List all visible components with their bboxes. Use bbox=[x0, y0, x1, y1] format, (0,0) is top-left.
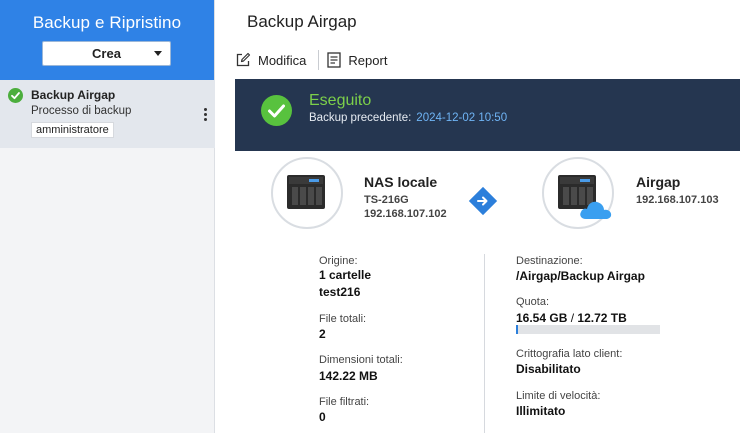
report-button-label: Report bbox=[348, 52, 388, 68]
edit-button-label: Modifica bbox=[258, 52, 307, 68]
job-subtitle: Processo di backup bbox=[31, 105, 132, 117]
arrow-right-icon bbox=[468, 186, 498, 216]
check-circle-icon bbox=[8, 88, 23, 103]
total-files-label: File totali: bbox=[319, 313, 367, 325]
origin-value-name: test216 bbox=[319, 285, 361, 299]
toolbar: Modifica Report bbox=[235, 50, 387, 70]
source-device-circle bbox=[271, 157, 343, 229]
job-list-item[interactable]: Backup Airgap Processo di backup amminis… bbox=[0, 80, 215, 148]
job-title: Backup Airgap bbox=[31, 88, 116, 102]
sidebar: Backup e Ripristino Crea Backup Airgap P… bbox=[0, 0, 215, 433]
previous-backup-label: Backup precedente: bbox=[309, 112, 412, 124]
target-device-name: Airgap bbox=[636, 174, 681, 190]
previous-backup-date: 2024-12-02 10:50 bbox=[416, 112, 508, 124]
create-button[interactable]: Crea bbox=[42, 41, 171, 66]
quota-total: 12.72 TB bbox=[577, 311, 627, 325]
previous-backup: Backup precedente: 2024-12-02 10:50 bbox=[309, 112, 507, 124]
success-check-icon bbox=[261, 95, 292, 126]
origin-value-folders: 1 cartelle bbox=[319, 268, 372, 282]
client-encryption-label: Crittografia lato client: bbox=[516, 348, 623, 360]
target-device-circle bbox=[542, 157, 614, 229]
source-device-name: NAS locale bbox=[364, 174, 438, 190]
quota-value: 16.54 GB / 12.72 TB bbox=[516, 311, 627, 325]
details-divider bbox=[484, 254, 485, 433]
report-icon bbox=[327, 52, 342, 68]
quota-used: 16.54 GB bbox=[516, 311, 568, 325]
quota-label: Quota: bbox=[516, 296, 550, 308]
create-button-label: Crea bbox=[92, 46, 121, 61]
target-device-ip: 192.168.107.103 bbox=[636, 194, 719, 206]
caret-down-icon bbox=[154, 51, 162, 56]
source-device-ip: 192.168.107.102 bbox=[364, 208, 447, 220]
kebab-icon[interactable] bbox=[201, 107, 209, 123]
filtered-files-label: File filtrati: bbox=[319, 396, 370, 408]
report-button[interactable]: Report bbox=[327, 52, 387, 68]
source-device-model: TS-216G bbox=[364, 194, 409, 206]
nas-device-icon bbox=[287, 175, 325, 209]
sidebar-header: Backup e Ripristino bbox=[0, 0, 214, 80]
quota-progress-fill bbox=[516, 325, 518, 334]
quota-progress-bar bbox=[516, 325, 660, 334]
app-title: Backup e Ripristino bbox=[32, 13, 182, 32]
destination-value: /Airgap/Backup Airgap bbox=[516, 269, 645, 283]
total-size-value: 142.22 MB bbox=[319, 369, 378, 383]
status-text: Eseguito bbox=[309, 92, 372, 109]
client-encryption-value: Disabilitato bbox=[516, 362, 581, 376]
speed-limit-value: Illimitato bbox=[516, 404, 566, 418]
destination-label: Destinazione: bbox=[516, 255, 583, 267]
speed-limit-label: Limite di velocità: bbox=[516, 390, 601, 402]
toolbar-divider bbox=[318, 50, 320, 70]
cloud-icon bbox=[580, 201, 612, 219]
job-owner-tag: amministratore bbox=[31, 122, 114, 138]
quota-separator: / bbox=[570, 311, 575, 325]
total-size-label: Dimensioni totali: bbox=[319, 354, 403, 366]
origin-label: Origine: bbox=[319, 255, 358, 267]
filtered-files-value: 0 bbox=[319, 410, 326, 424]
edit-icon bbox=[236, 52, 251, 67]
page-title: Backup Airgap bbox=[247, 12, 357, 31]
edit-button[interactable]: Modifica bbox=[235, 52, 306, 68]
total-files-value: 2 bbox=[319, 327, 326, 341]
status-banner: Eseguito Backup precedente: 2024-12-02 10… bbox=[235, 79, 740, 151]
